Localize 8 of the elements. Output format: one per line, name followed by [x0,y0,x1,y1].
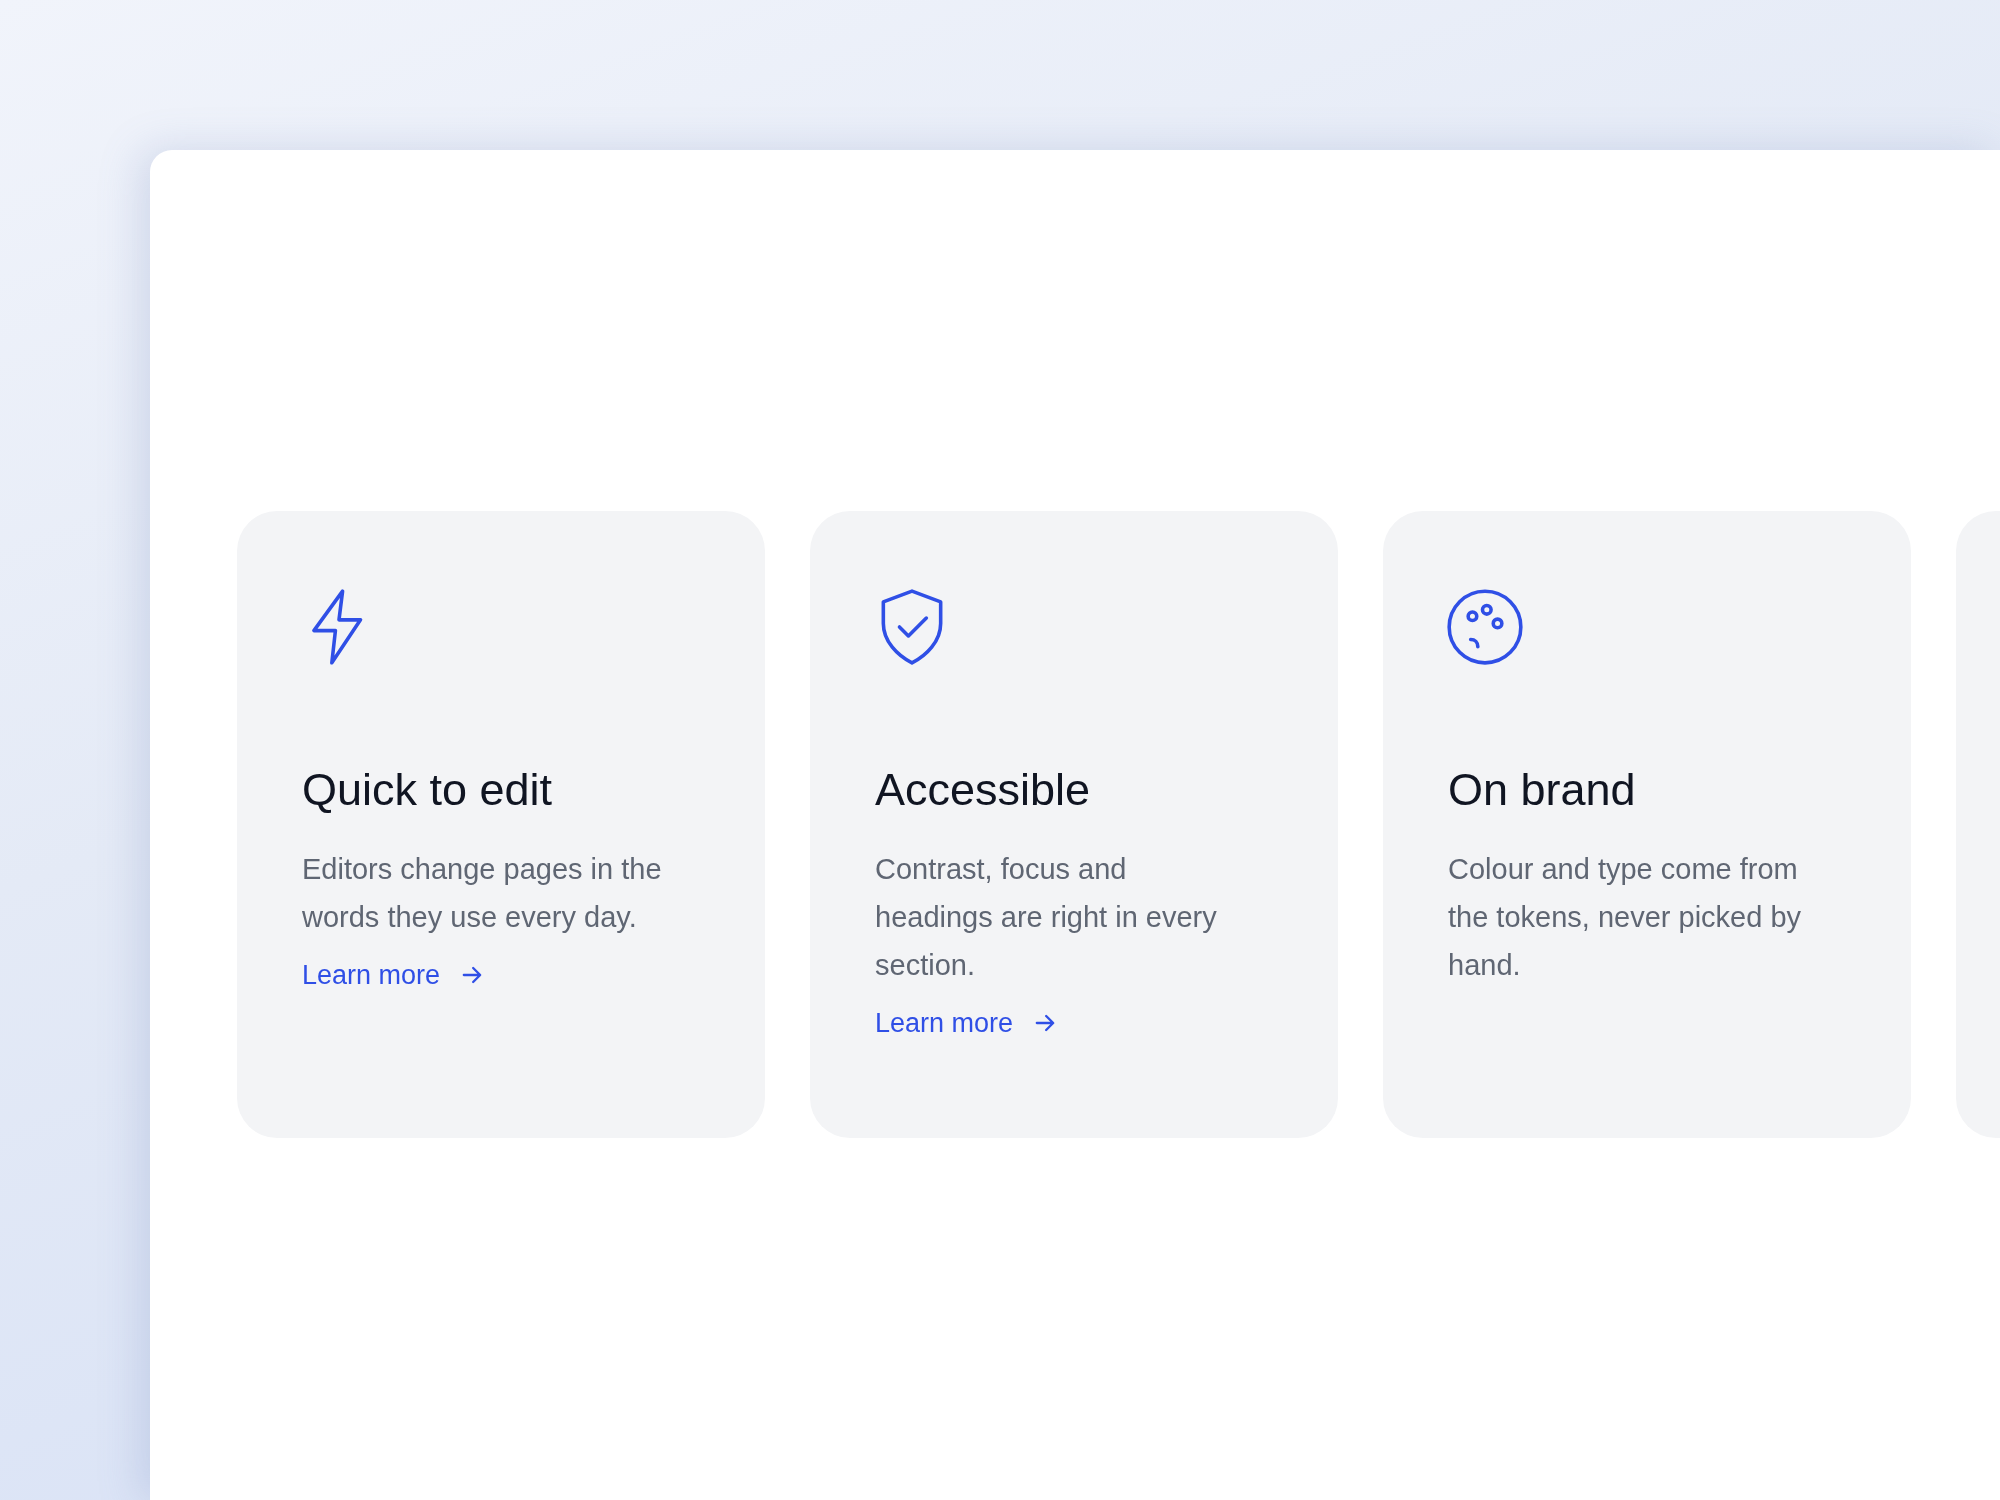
card-title: On brand [1448,763,1637,817]
learn-more-link[interactable]: Learn more [302,955,487,996]
card-description: Editors change pages in the words they use every day. [302,852,663,935]
learn-more-link[interactable]: Learn more [875,1003,1060,1044]
card-description: Contrast, focus and headings are right in every section. [875,852,1218,983]
card-description: Colour and type come from the tokens, never picked by hand. [1448,852,1803,983]
card-title: Quick to edit [302,763,554,817]
card-title: Accessible [875,763,1092,817]
